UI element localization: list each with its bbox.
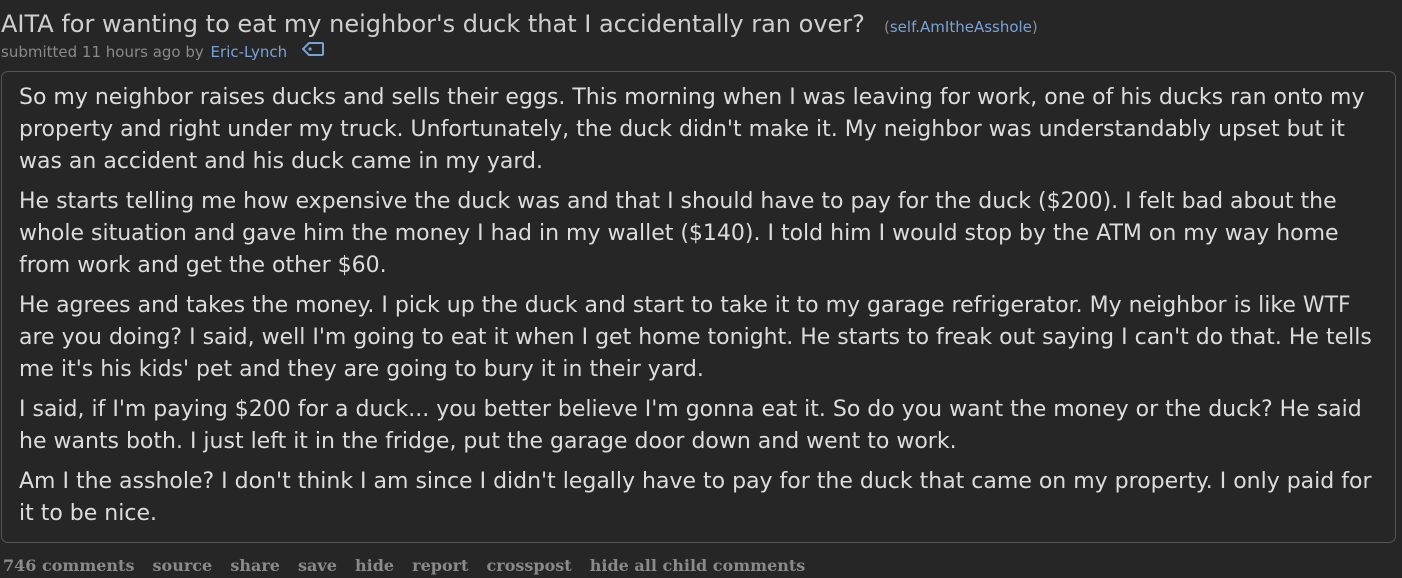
report-link[interactable]: report <box>412 556 468 575</box>
body-paragraph: Am I the asshole? I don't think I am sin… <box>19 469 1372 526</box>
submitted-text: submitted 11 hours ago by <box>1 43 204 61</box>
hide-link[interactable]: hide <box>355 556 394 575</box>
body-paragraph: He starts telling me how expensive the d… <box>19 189 1339 278</box>
comments-link[interactable]: 746 comments <box>3 556 134 575</box>
body-paragraph: So my neighbor raises ducks and sells th… <box>19 85 1365 174</box>
post-body: So my neighbor raises ducks and sells th… <box>1 71 1396 543</box>
domain-link[interactable]: self.AmItheAsshole <box>890 18 1032 36</box>
crosspost-link[interactable]: crosspost <box>487 556 572 575</box>
post-tagline: submitted 11 hours ago by Eric-Lynch <box>1 41 324 61</box>
body-paragraph: I said, if I'm paying $200 for a duck...… <box>19 397 1362 454</box>
post-action-bar: 746 comments source share save hide repo… <box>3 556 818 575</box>
share-link[interactable]: share <box>230 556 280 575</box>
post-title-row: AITA for wanting to eat my neighbor's du… <box>1 10 1038 38</box>
post-domain: (self.AmItheAsshole) <box>884 18 1038 36</box>
post-title-link[interactable]: AITA for wanting to eat my neighbor's du… <box>1 10 865 38</box>
source-link[interactable]: source <box>153 556 213 575</box>
domain-close-paren: ) <box>1031 18 1038 36</box>
save-link[interactable]: save <box>298 556 337 575</box>
author-link[interactable]: Eric-Lynch <box>211 43 288 61</box>
tag-icon[interactable] <box>301 41 324 60</box>
hide-all-child-comments-link[interactable]: hide all child comments <box>590 556 806 575</box>
body-paragraph: He agrees and takes the money. I pick up… <box>19 293 1372 382</box>
